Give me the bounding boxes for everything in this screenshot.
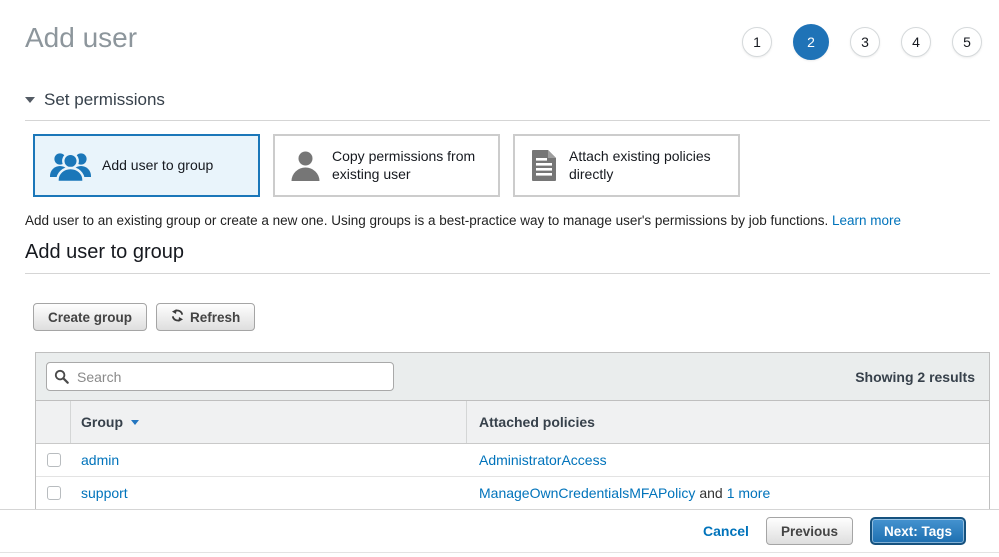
group-cell: admin bbox=[71, 452, 467, 468]
policy-link[interactable]: AdministratorAccess bbox=[479, 452, 607, 468]
group-actions: Create group Refresh bbox=[33, 303, 999, 331]
table-row-admin: admin AdministratorAccess bbox=[36, 443, 989, 476]
header-policies-column: Attached policies bbox=[467, 401, 989, 443]
group-section-divider bbox=[25, 273, 990, 274]
header-group-column[interactable]: Group bbox=[71, 401, 467, 443]
previous-label: Previous bbox=[781, 524, 838, 539]
step-1[interactable]: 1 bbox=[742, 27, 772, 57]
table-toolbar: Showing 2 results bbox=[36, 353, 989, 400]
row-checkbox[interactable] bbox=[47, 453, 61, 467]
refresh-label: Refresh bbox=[190, 310, 240, 325]
step-4[interactable]: 4 bbox=[901, 27, 931, 57]
row-checkbox-cell bbox=[36, 486, 71, 500]
header-checkbox-cell bbox=[36, 401, 71, 443]
results-count: Showing 2 results bbox=[855, 369, 975, 385]
card-copy-permissions[interactable]: Copy permissions from existing user bbox=[273, 134, 500, 197]
section-title: Set permissions bbox=[44, 90, 165, 110]
previous-button[interactable]: Previous bbox=[766, 517, 853, 545]
create-group-button[interactable]: Create group bbox=[33, 303, 147, 331]
section-description: Add user to an existing group or create … bbox=[25, 213, 974, 228]
cancel-link[interactable]: Cancel bbox=[703, 523, 749, 539]
search-icon bbox=[54, 369, 69, 389]
policy-more-link[interactable]: 1 more bbox=[727, 485, 771, 501]
collapse-caret-icon bbox=[25, 97, 35, 103]
single-user-icon bbox=[290, 150, 321, 182]
next-tags-label: Next: Tags bbox=[884, 524, 952, 539]
step-2-active[interactable]: 2 bbox=[793, 24, 829, 60]
wizard-steps: 1 2 3 4 5 bbox=[742, 24, 982, 60]
card-attach-policies[interactable]: Attach existing policies directly bbox=[513, 134, 740, 197]
set-permissions-section-header[interactable]: Set permissions bbox=[25, 90, 974, 110]
create-group-label: Create group bbox=[48, 310, 132, 325]
refresh-button[interactable]: Refresh bbox=[156, 303, 255, 331]
group-icon bbox=[50, 149, 91, 183]
policy-joiner-text: and bbox=[699, 485, 722, 501]
group-section-title: Add user to group bbox=[25, 241, 974, 264]
wizard-footer: Cancel Previous Next: Tags bbox=[0, 509, 999, 553]
learn-more-link[interactable]: Learn more bbox=[832, 213, 901, 228]
sort-descending-icon bbox=[131, 420, 139, 425]
group-link[interactable]: admin bbox=[81, 452, 119, 468]
section-divider bbox=[25, 120, 990, 121]
groups-table: Showing 2 results Group Attached policie… bbox=[35, 352, 990, 510]
description-text: Add user to an existing group or create … bbox=[25, 213, 828, 228]
table-row-support: support ManageOwnCredentialsMFAPolicy an… bbox=[36, 476, 989, 509]
policies-cell: ManageOwnCredentialsMFAPolicy and 1 more bbox=[467, 485, 989, 501]
policy-document-icon bbox=[530, 149, 558, 182]
table-header-row: Group Attached policies bbox=[36, 400, 989, 443]
card-label: Attach existing policies directly bbox=[569, 148, 728, 183]
permission-option-cards: Add user to group Copy permissions from … bbox=[33, 134, 999, 197]
refresh-icon bbox=[171, 309, 184, 325]
row-checkbox[interactable] bbox=[47, 486, 61, 500]
card-label: Copy permissions from existing user bbox=[332, 148, 488, 183]
card-add-user-to-group[interactable]: Add user to group bbox=[33, 134, 260, 197]
card-label: Add user to group bbox=[102, 157, 213, 175]
group-cell: support bbox=[71, 485, 467, 501]
step-5[interactable]: 5 bbox=[952, 27, 982, 57]
policy-link[interactable]: ManageOwnCredentialsMFAPolicy bbox=[479, 485, 695, 501]
row-checkbox-cell bbox=[36, 453, 71, 467]
search-input[interactable] bbox=[46, 362, 394, 391]
group-column-label: Group bbox=[81, 414, 123, 430]
table-body: admin AdministratorAccess support Manage… bbox=[36, 443, 989, 509]
group-link[interactable]: support bbox=[81, 485, 128, 501]
policies-column-label: Attached policies bbox=[479, 414, 595, 430]
next-tags-button[interactable]: Next: Tags bbox=[870, 517, 966, 545]
policies-cell: AdministratorAccess bbox=[467, 452, 989, 468]
search-box bbox=[46, 362, 394, 391]
step-3[interactable]: 3 bbox=[850, 27, 880, 57]
